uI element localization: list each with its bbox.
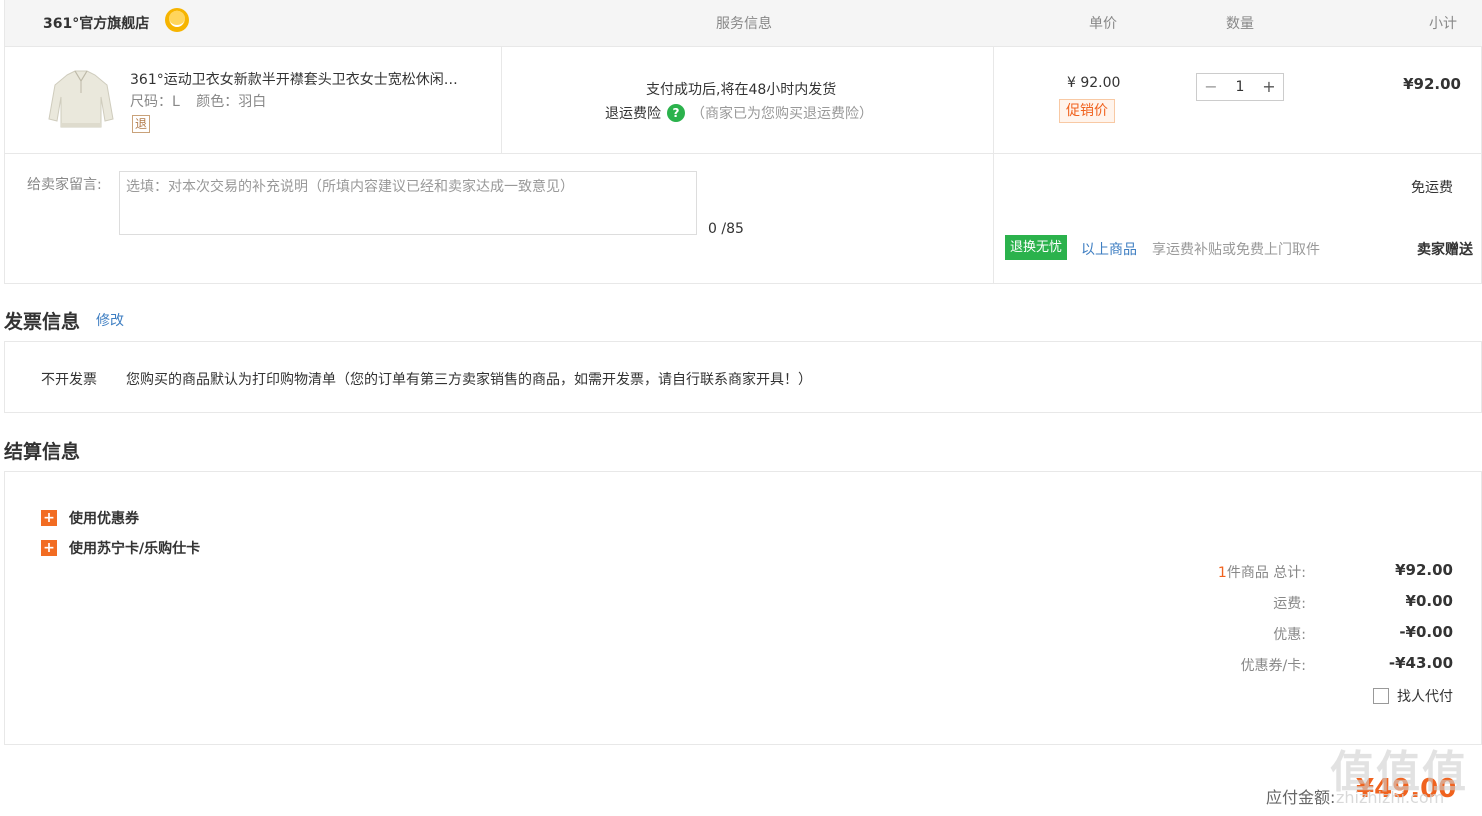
promo-price-tag: 促销价 xyxy=(1059,99,1115,123)
shipping-promise: 支付成功后,将在48小时内发货 xyxy=(646,82,837,98)
message-label: 给卖家留言: xyxy=(27,177,102,193)
freight-value: ¥0.00 xyxy=(1405,592,1453,610)
use-coupon-option[interactable]: + 使用优惠券 xyxy=(41,508,139,528)
seller-gift-label: 卖家赠送 xyxy=(1417,242,1473,258)
freight-label: 运费: xyxy=(1273,596,1306,612)
discount-value: -¥0.00 xyxy=(1399,623,1453,641)
quantity-value[interactable]: 1 xyxy=(1225,74,1255,100)
order-table: 361°官方旗舰店 服务信息 单价 数量 小计 361°运动卫衣女新款半开襟套头… xyxy=(4,0,1482,284)
return-insurance-label: 退运费险 xyxy=(605,106,661,122)
item-color: 颜色：羽白 xyxy=(196,94,267,110)
invoice-section-title: 发票信息 xyxy=(4,311,81,333)
item-row: 361°运动卫衣女新款半开襟套头卫衣女士宽松休闲… 尺码：L 颜色：羽白 退 支… xyxy=(5,47,1482,283)
coupon-card-label: 优惠券/卡: xyxy=(1240,658,1306,674)
expand-plus-icon[interactable]: + xyxy=(41,540,57,556)
above-items-link[interactable]: 以上商品 xyxy=(1081,239,1137,259)
header-subtotal: 小计 xyxy=(1429,16,1457,32)
item-total-value: ¥92.00 xyxy=(1395,561,1453,579)
seller-message-input[interactable] xyxy=(119,171,697,235)
payable-label: 应付金额: xyxy=(1266,788,1336,807)
message-counter: 0 /85 xyxy=(708,221,744,237)
proxy-pay-option[interactable]: 找人代付 xyxy=(1373,686,1453,706)
help-icon[interactable]: ? xyxy=(667,104,685,122)
proxy-pay-label: 找人代付 xyxy=(1397,689,1453,705)
message-row: 给卖家留言: 0 /85 免运费 退换无忧 以上商品 享运费补贴或免费上门取件 … xyxy=(5,154,1482,284)
invoice-box: 不开发票 您购买的商品默认为打印购物清单（您的订单有第三方卖家销售的商品，如需开… xyxy=(4,341,1482,413)
shop-name[interactable]: 361°官方旗舰店 xyxy=(43,13,149,33)
return-insurance-note: （商家已为您购买退运费险） xyxy=(691,106,873,122)
settlement-section-title: 结算信息 xyxy=(4,441,81,463)
item-title[interactable]: 361°运动卫衣女新款半开襟套头卫衣女士宽松休闲… xyxy=(130,69,480,89)
invoice-type: 不开发票 xyxy=(41,372,97,388)
quantity-minus-button[interactable]: − xyxy=(1197,74,1225,100)
quantity-plus-button[interactable]: + xyxy=(1255,74,1283,100)
invoice-modify-link[interactable]: 修改 xyxy=(96,310,124,330)
return-insurance-line: 退运费险 ? （商家已为您购买退运费险） xyxy=(605,103,873,123)
watermark-sub: zhizhizhi.com xyxy=(1336,788,1445,807)
invoice-description: 您购买的商品默认为打印购物清单（您的订单有第三方卖家销售的商品，如需开发票，请自… xyxy=(126,372,812,388)
use-card-label: 使用苏宁卡/乐购仕卡 xyxy=(69,541,201,557)
item-attributes: 尺码：L 颜色：羽白 xyxy=(130,91,278,111)
refund-tag: 退 xyxy=(132,115,150,133)
divider xyxy=(501,47,502,153)
product-thumbnail[interactable] xyxy=(43,63,119,139)
item-total-label: 1件商品 总计: xyxy=(1218,562,1306,582)
quantity-stepper: − 1 + xyxy=(1196,73,1284,101)
unit-price: ¥ 92.00 xyxy=(1067,75,1121,91)
use-coupon-label: 使用优惠券 xyxy=(69,511,139,527)
item-total-text: 件商品 总计: xyxy=(1226,565,1306,581)
free-shipping-label: 免运费 xyxy=(1411,180,1453,196)
header-unit-price: 单价 xyxy=(1089,16,1117,32)
order-header: 361°官方旗舰店 服务信息 单价 数量 小计 xyxy=(5,0,1482,47)
shop-badge-icon xyxy=(165,8,189,32)
item-count: 1 xyxy=(1217,565,1227,581)
settlement-box: + 使用优惠券 + 使用苏宁卡/乐购仕卡 1件商品 总计: ¥92.00 运费:… xyxy=(4,471,1482,745)
expand-plus-icon[interactable]: + xyxy=(41,510,57,526)
discount-label: 优惠: xyxy=(1273,627,1306,643)
coupon-card-value: -¥43.00 xyxy=(1388,654,1453,672)
return-benefit-desc: 享运费补贴或免费上门取件 xyxy=(1152,242,1320,258)
header-service: 服务信息 xyxy=(716,16,772,32)
use-card-option[interactable]: + 使用苏宁卡/乐购仕卡 xyxy=(41,538,200,558)
hassle-free-return-tag: 退换无忧 xyxy=(1005,235,1068,260)
proxy-pay-checkbox[interactable] xyxy=(1373,688,1389,704)
header-quantity: 数量 xyxy=(1226,16,1254,32)
item-size: 尺码：L xyxy=(130,94,180,110)
item-subtotal: ¥92.00 xyxy=(1403,75,1461,93)
